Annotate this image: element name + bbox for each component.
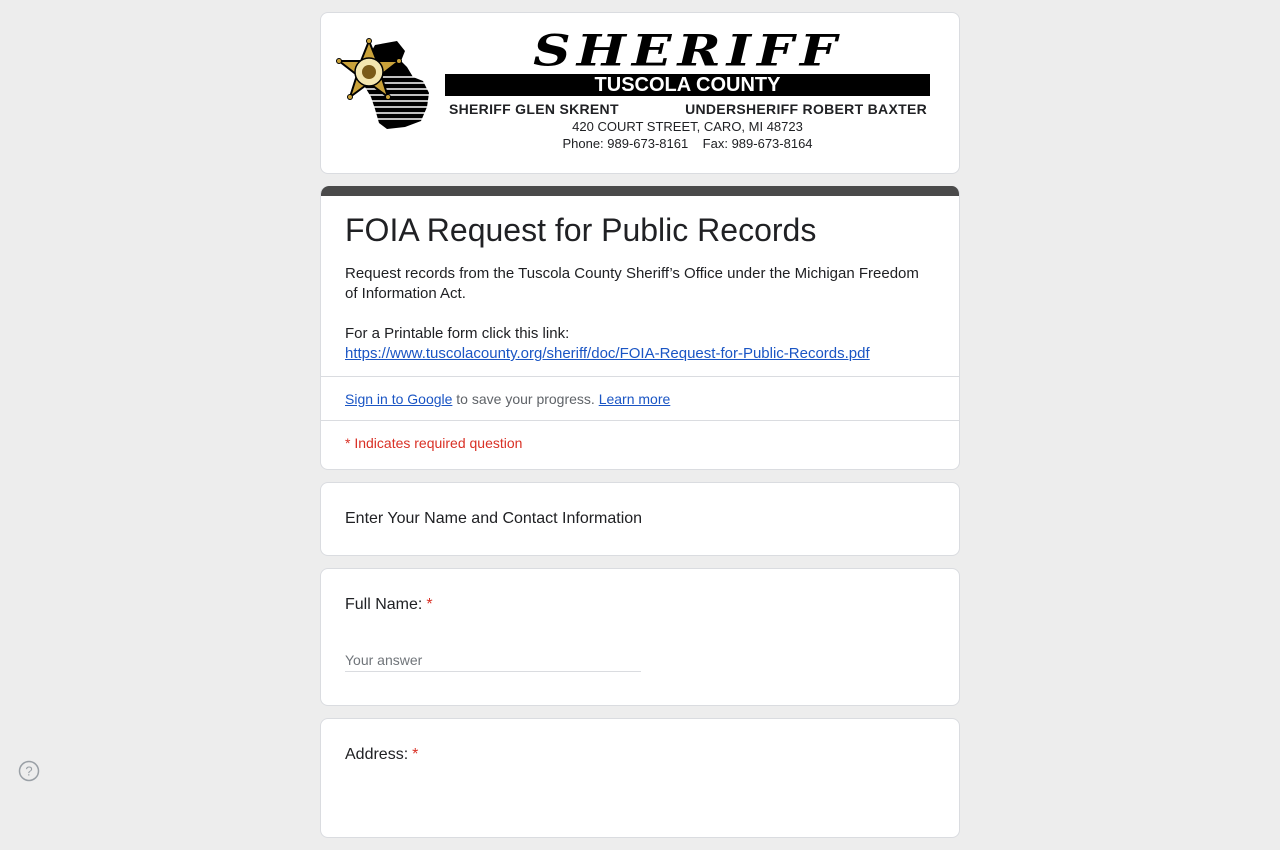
title-accent-strip (321, 186, 959, 196)
section-header-card: Enter Your Name and Contact Information (320, 482, 960, 556)
learn-more-link[interactable]: Learn more (599, 391, 671, 407)
banner-county-name: TUSCOLA COUNTY (445, 74, 930, 96)
signin-text: to save your progress. (452, 391, 599, 407)
banner-phone-fax: Phone: 989-673-8161 Fax: 989-673-8164 (562, 136, 813, 151)
question-title: Full Name: (345, 596, 423, 613)
sign-in-link[interactable]: Sign in to Google (345, 391, 452, 407)
printable-form-link[interactable]: https://www.tuscolacounty.org/sheriff/do… (345, 345, 870, 362)
question-title: Address: (345, 746, 409, 763)
question-address: Address: * (320, 718, 960, 838)
form-title: FOIA Request for Public Records (345, 212, 817, 248)
description-text: Request records from the Tuscola County … (345, 265, 919, 302)
banner-sheriff-title: SHERIFF (533, 26, 843, 77)
form-container: SHERIFF TUSCOLA COUNTY SHERIFF GLEN SKRE… (320, 12, 960, 850)
required-asterisk: * (412, 746, 419, 763)
sheriff-banner: SHERIFF TUSCOLA COUNTY SHERIFF GLEN SKRE… (321, 13, 959, 173)
undersheriff-name: UNDERSHERIFF ROBERT BAXTER (685, 101, 927, 117)
header-banner-card: SHERIFF TUSCOLA COUNTY SHERIFF GLEN SKRE… (320, 12, 960, 174)
required-note: * Indicates required question (345, 435, 523, 451)
divider (321, 376, 959, 377)
form-header-card: FOIA Request for Public Records Request … (320, 186, 960, 470)
form-description: Request records from the Tuscola County … (345, 264, 935, 364)
question-label: Address: * (345, 745, 418, 765)
question-full-name: Full Name: * (320, 568, 960, 706)
banner-officials: SHERIFF GLEN SKRENT UNDERSHERIFF ROBERT … (449, 101, 927, 117)
banner-address: 420 COURT STREET, CARO, MI 48723 (572, 119, 803, 134)
printable-form-label: For a Printable form click this link: (345, 325, 570, 342)
signin-row: Sign in to Google to save your progress.… (345, 389, 670, 409)
required-asterisk: * (426, 596, 433, 613)
divider (321, 420, 959, 421)
sheriff-name: SHERIFF GLEN SKRENT (449, 101, 619, 117)
sheriff-star-badge-icon (335, 37, 435, 129)
full-name-input[interactable] (345, 649, 641, 672)
section-title: Enter Your Name and Contact Information (345, 510, 643, 527)
question-mark-circle-icon[interactable]: ? (18, 760, 40, 782)
question-label: Full Name: * (345, 595, 433, 615)
svg-text:?: ? (25, 764, 32, 779)
